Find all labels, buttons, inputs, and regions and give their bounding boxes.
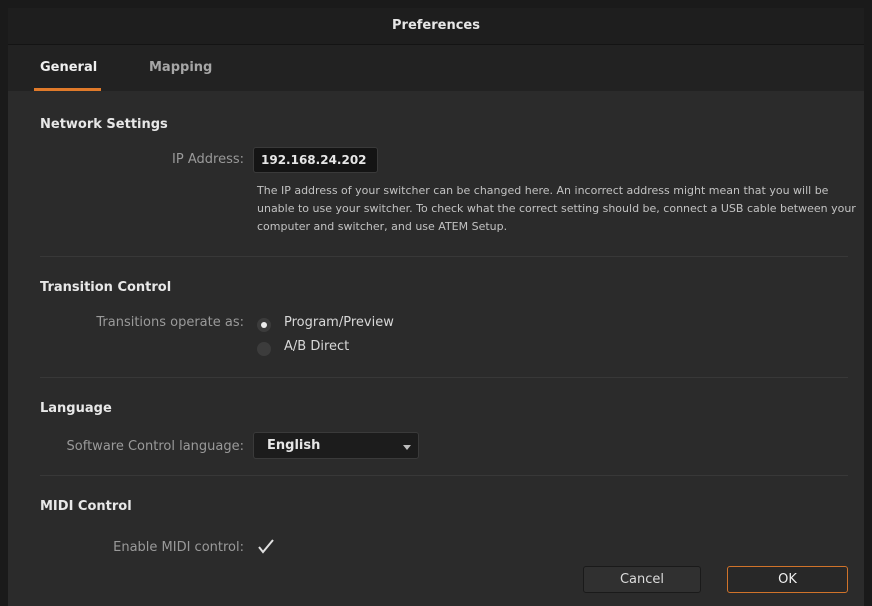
section-divider [40, 377, 848, 378]
ip-address-help-text: The IP address of your switcher can be c… [257, 184, 856, 233]
transition-control-heading: Transition Control [40, 280, 172, 295]
chevron-down-icon [403, 445, 411, 450]
language-dropdown-value: English [267, 438, 321, 453]
title-bar: Preferences [8, 8, 864, 45]
section-divider [40, 475, 848, 476]
cancel-button[interactable]: Cancel [583, 566, 701, 593]
radio-ab-direct[interactable] [257, 342, 271, 356]
tab-mapping[interactable]: Mapping [149, 60, 212, 75]
transitions-operate-label: Transitions operate as: [96, 315, 244, 330]
checkmark-icon [258, 539, 274, 554]
software-control-language-label: Software Control language: [66, 439, 244, 454]
radio-program-preview-label[interactable]: Program/Preview [284, 315, 394, 330]
window-title: Preferences [392, 18, 480, 33]
ip-address-label: IP Address: [172, 152, 244, 167]
tab-bar: General Mapping [8, 45, 864, 91]
radio-selected-dot [261, 322, 267, 328]
preferences-window: Preferences General Mapping Network Sett… [8, 8, 864, 606]
active-tab-indicator [34, 88, 101, 91]
ip-address-input[interactable]: 192.168.24.202 [253, 147, 378, 173]
radio-ab-direct-label[interactable]: A/B Direct [284, 339, 349, 354]
tab-general[interactable]: General [40, 60, 97, 75]
midi-control-heading: MIDI Control [40, 499, 132, 514]
section-divider [40, 256, 848, 257]
language-heading: Language [40, 401, 112, 416]
enable-midi-checkbox[interactable] [256, 538, 276, 556]
network-settings-heading: Network Settings [40, 117, 168, 132]
radio-program-preview[interactable] [257, 318, 271, 332]
language-dropdown[interactable]: English [253, 432, 419, 459]
ok-button[interactable]: OK [727, 566, 848, 593]
enable-midi-label: Enable MIDI control: [113, 540, 244, 555]
